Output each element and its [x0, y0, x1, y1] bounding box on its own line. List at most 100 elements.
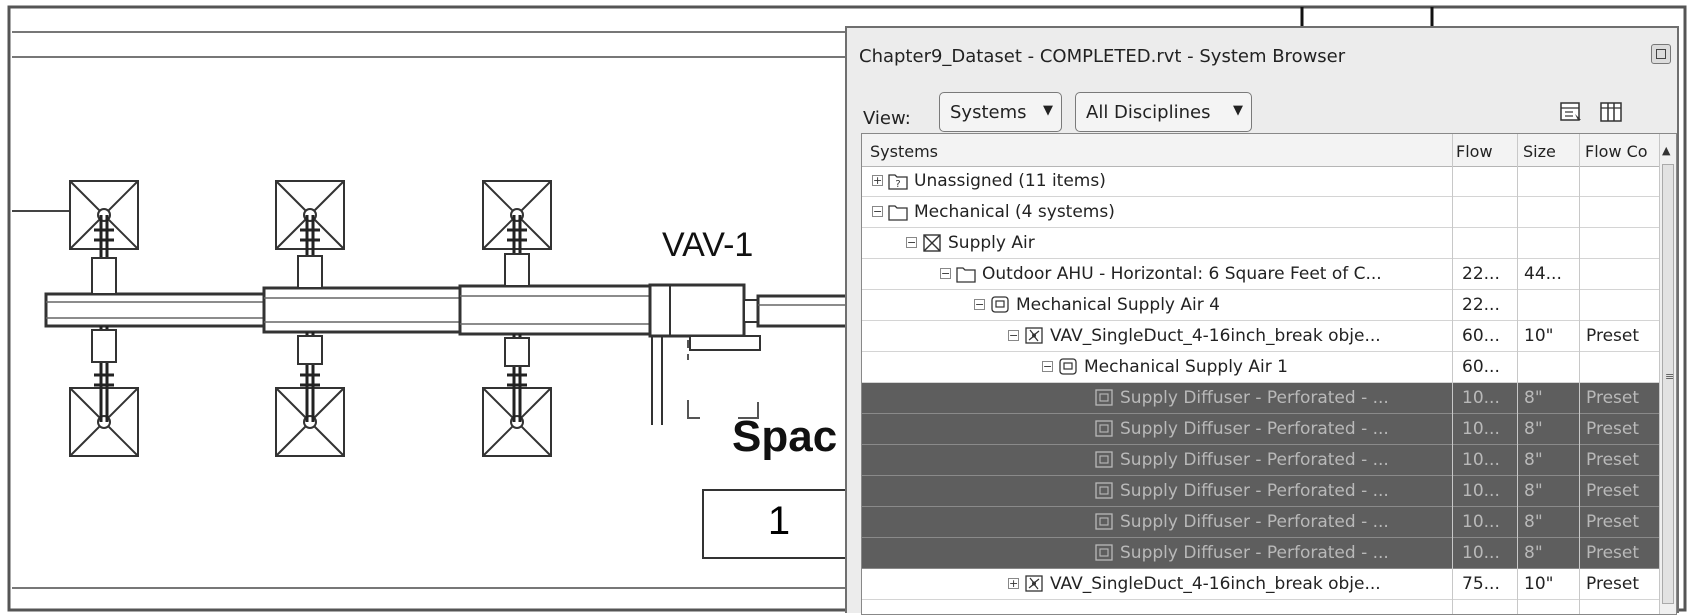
expand-collapse-icon[interactable]: − [906, 237, 917, 248]
row-name: Supply Diffuser - Perforated - ... [1120, 419, 1389, 439]
expand-collapse-icon[interactable]: − [872, 206, 883, 217]
scrollbar-thumb[interactable]: ≡ [1662, 164, 1674, 604]
window-title: Chapter9_Dataset - COMPLETED.rvt - Syste… [859, 46, 1346, 67]
row-size: 10" [1524, 326, 1554, 346]
row-flow-config: Preset [1586, 450, 1640, 470]
row-flow: 10... [1462, 512, 1500, 532]
layout-icon[interactable] [1559, 100, 1583, 124]
row-name: Outdoor AHU - Horizontal: 6 Square Feet … [982, 264, 1382, 284]
tree-row-selected[interactable]: Supply Diffuser - Perforated - ... 10...… [862, 507, 1660, 538]
expand-collapse-icon[interactable]: + [1008, 578, 1019, 589]
diffuser-icon [1095, 513, 1113, 530]
columns-icon[interactable] [1599, 100, 1623, 124]
row-flow-config: Preset [1586, 543, 1640, 563]
tree-row[interactable]: + ? Unassigned (11 items) [862, 166, 1660, 197]
column-divider[interactable] [1517, 134, 1518, 614]
diffuser-icon [1095, 420, 1113, 437]
equipment-icon [956, 267, 976, 283]
view-dropdown-value: Systems [950, 102, 1027, 123]
tree-row[interactable]: − Mechanical (4 systems) [862, 197, 1660, 228]
tree-row[interactable]: − Mechanical Supply Air 1 60... [862, 352, 1660, 383]
duct-system-icon [991, 296, 1009, 313]
expand-collapse-icon[interactable]: − [940, 268, 951, 279]
duct-system-icon [1059, 358, 1077, 375]
tree-row-selected[interactable]: Supply Diffuser - Perforated - ... 10...… [862, 538, 1660, 569]
column-header-flow-config[interactable]: Flow Co [1585, 142, 1648, 161]
row-flow-config: Preset [1586, 512, 1640, 532]
tree-row[interactable]: − Supply Air [862, 228, 1660, 259]
row-flow: 60... [1462, 326, 1500, 346]
view-dropdown[interactable]: Systems ▼ [939, 92, 1062, 132]
discipline-dropdown[interactable]: All Disciplines ▼ [1075, 92, 1252, 132]
row-name: Supply Diffuser - Perforated - ... [1120, 543, 1389, 563]
scroll-up-icon[interactable]: ▲ [1662, 144, 1670, 157]
row-flow-config: Preset [1586, 481, 1640, 501]
row-size: 8" [1524, 419, 1543, 439]
row-flow: 10... [1462, 481, 1500, 501]
row-size: 8" [1524, 512, 1543, 532]
row-flow-config: Preset [1586, 419, 1640, 439]
row-flow: 60... [1462, 357, 1500, 377]
tree-row[interactable]: − VAV_SingleDuct_4-16inch_break obje... … [862, 321, 1660, 352]
expand-collapse-icon[interactable]: − [1042, 361, 1053, 372]
row-name: Mechanical (4 systems) [914, 202, 1115, 222]
title-bar[interactable]: Chapter9_Dataset - COMPLETED.rvt - Syste… [847, 28, 1677, 84]
row-flow-config: Preset [1586, 326, 1640, 346]
tree-row-selected[interactable]: Supply Diffuser - Perforated - ... 10...… [862, 383, 1660, 414]
column-divider[interactable] [1579, 134, 1580, 614]
tree-row-selected[interactable]: Supply Diffuser - Perforated - ... 10...… [862, 445, 1660, 476]
column-header-systems[interactable]: Systems [870, 142, 938, 161]
grid-header: Systems Flow Size Flow Co [862, 134, 1660, 167]
expand-collapse-icon[interactable]: − [1008, 330, 1019, 341]
view-label: View: [863, 108, 911, 129]
row-flow-config: Preset [1586, 574, 1640, 594]
row-name: Supply Diffuser - Perforated - ... [1120, 512, 1389, 532]
row-size: 10" [1524, 574, 1554, 594]
row-size: 8" [1524, 481, 1543, 501]
vertical-scrollbar[interactable]: ▲ ≡ [1659, 134, 1676, 614]
row-size: 8" [1524, 450, 1543, 470]
row-flow: 22... [1462, 264, 1500, 284]
row-name: VAV_SingleDuct_4-16inch_break obje... [1050, 326, 1381, 346]
diffuser-icon [1095, 451, 1113, 468]
room-number: 1 [767, 499, 791, 543]
tree-row-selected[interactable]: Supply Diffuser - Perforated - ... 10...… [862, 476, 1660, 507]
vav-fan-icon [1025, 575, 1043, 592]
row-size: 8" [1524, 388, 1543, 408]
room-number-box[interactable]: 1 [702, 489, 856, 559]
folder-icon [888, 205, 908, 221]
diffuser-icon [1095, 482, 1113, 499]
tree-row[interactable]: − Outdoor AHU - Horizontal: 6 Square Fee… [862, 259, 1660, 290]
row-flow: 75... [1462, 574, 1500, 594]
diffuser-icon [1095, 544, 1113, 561]
restore-icon[interactable] [1651, 44, 1671, 64]
chevron-down-icon: ▼ [1043, 103, 1053, 118]
chevron-down-icon: ▼ [1233, 103, 1243, 118]
row-flow-config: Preset [1586, 388, 1640, 408]
system-browser-window: Chapter9_Dataset - COMPLETED.rvt - Syste… [845, 26, 1679, 615]
row-flow: 10... [1462, 450, 1500, 470]
row-name: VAV_SingleDuct_4-16inch_break obje... [1050, 574, 1381, 594]
row-name: Mechanical Supply Air 1 [1084, 357, 1288, 377]
discipline-dropdown-value: All Disciplines [1086, 102, 1211, 123]
space-tag[interactable]: Spac [732, 412, 837, 462]
row-flow: 10... [1462, 419, 1500, 439]
column-divider[interactable] [1452, 134, 1453, 614]
tree-row[interactable]: − Mechanical Supply Air 4 22... [862, 290, 1660, 321]
column-header-flow[interactable]: Flow [1456, 142, 1493, 161]
row-flow: 22... [1462, 295, 1500, 315]
grip-icon: ≡ [1665, 370, 1675, 383]
tree-row[interactable]: + VAV_SingleDuct_4-16inch_break obje... … [862, 569, 1660, 600]
diffuser-icon [1095, 389, 1113, 406]
row-name: Supply Diffuser - Perforated - ... [1120, 450, 1389, 470]
tree-row-selected[interactable]: Supply Diffuser - Perforated - ... 10...… [862, 414, 1660, 445]
expand-collapse-icon[interactable]: + [872, 175, 883, 186]
row-flow: 10... [1462, 388, 1500, 408]
systems-grid[interactable]: Systems Flow Size Flow Co + ? Unassigned… [861, 133, 1677, 615]
column-header-size[interactable]: Size [1523, 142, 1556, 161]
row-name: Mechanical Supply Air 4 [1016, 295, 1220, 315]
vav-tag[interactable]: VAV-1 [662, 226, 753, 265]
supply-air-icon [923, 234, 941, 252]
expand-collapse-icon[interactable]: − [974, 299, 985, 310]
row-name: Supply Diffuser - Perforated - ... [1120, 388, 1389, 408]
